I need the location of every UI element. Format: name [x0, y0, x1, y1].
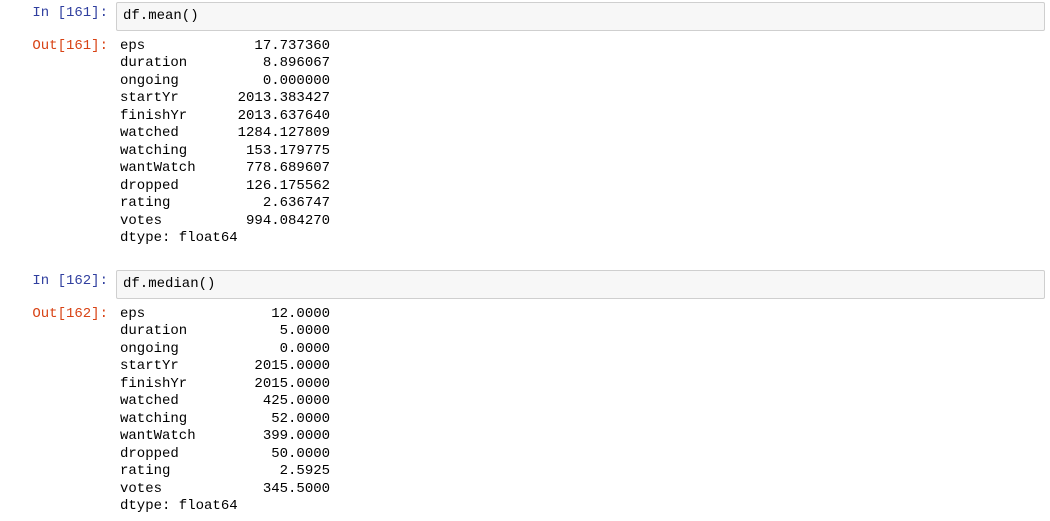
- code-cell-output: Out[162]:eps 12.0000 duration 5.0000 ong…: [0, 301, 1050, 521]
- code-input[interactable]: df.median(): [116, 270, 1045, 299]
- output-text: eps 12.0000 duration 5.0000 ongoing 0.00…: [114, 301, 1050, 521]
- input-prompt: In [161]:: [0, 0, 114, 27]
- notebook-area: In [161]:df.mean()Out[161]:eps 17.737360…: [0, 0, 1050, 521]
- input-prompt: In [162]:: [0, 268, 114, 295]
- output-prompt: Out[162]:: [0, 301, 114, 328]
- code-input[interactable]: df.mean(): [116, 2, 1045, 31]
- code-cell-input: In [162]:df.median(): [0, 268, 1050, 301]
- output-prompt: Out[161]:: [0, 33, 114, 60]
- output-text: eps 17.737360 duration 8.896067 ongoing …: [114, 33, 1050, 253]
- code-cell-input: In [161]:df.mean(): [0, 0, 1050, 33]
- cell-gap: [0, 253, 1050, 268]
- code-cell-output: Out[161]:eps 17.737360 duration 8.896067…: [0, 33, 1050, 253]
